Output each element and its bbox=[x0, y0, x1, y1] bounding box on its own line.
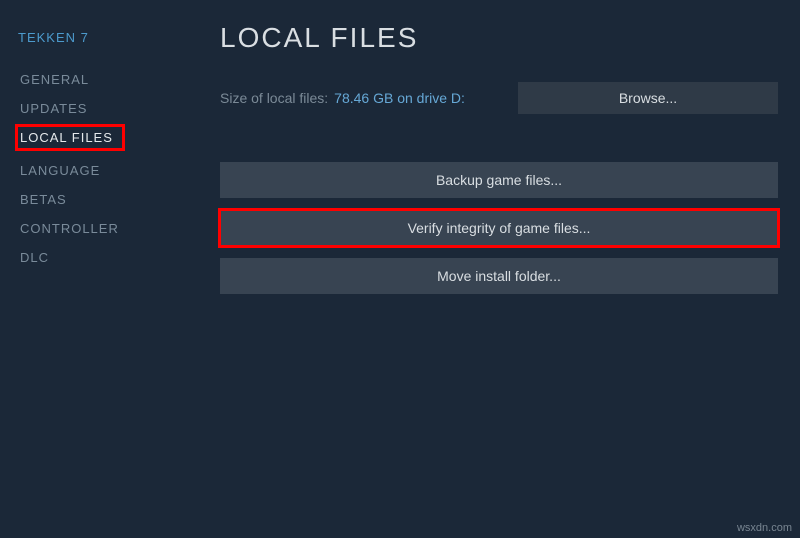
backup-button[interactable]: Backup game files... bbox=[220, 162, 778, 198]
sidebar-item-controller[interactable]: CONTROLLER bbox=[18, 214, 198, 243]
sidebar-item-dlc[interactable]: DLC bbox=[18, 243, 198, 272]
sidebar: TEKKEN 7 GENERAL UPDATES LOCAL FILES LAN… bbox=[0, 0, 198, 538]
highlight-local-files: LOCAL FILES bbox=[17, 126, 123, 149]
sidebar-item-local-files[interactable]: LOCAL FILES bbox=[18, 123, 198, 156]
main-panel: LOCAL FILES Size of local files: 78.46 G… bbox=[198, 0, 800, 538]
move-button[interactable]: Move install folder... bbox=[220, 258, 778, 294]
watermark: wsxdn.com bbox=[737, 522, 792, 534]
size-row: Size of local files: 78.46 GB on drive D… bbox=[220, 82, 778, 114]
browse-button[interactable]: Browse... bbox=[518, 82, 778, 114]
app-root: TEKKEN 7 GENERAL UPDATES LOCAL FILES LAN… bbox=[0, 0, 800, 538]
size-value: 78.46 GB on drive D: bbox=[334, 90, 465, 106]
sidebar-item-updates[interactable]: UPDATES bbox=[18, 94, 198, 123]
sidebar-item-betas[interactable]: BETAS bbox=[18, 185, 198, 214]
game-title: TEKKEN 7 bbox=[18, 30, 198, 45]
sidebar-item-language[interactable]: LANGUAGE bbox=[18, 156, 198, 185]
page-title: LOCAL FILES bbox=[220, 22, 778, 54]
sidebar-item-general[interactable]: GENERAL bbox=[18, 65, 198, 94]
verify-button[interactable]: Verify integrity of game files... bbox=[220, 210, 778, 246]
size-label: Size of local files: bbox=[220, 90, 328, 106]
